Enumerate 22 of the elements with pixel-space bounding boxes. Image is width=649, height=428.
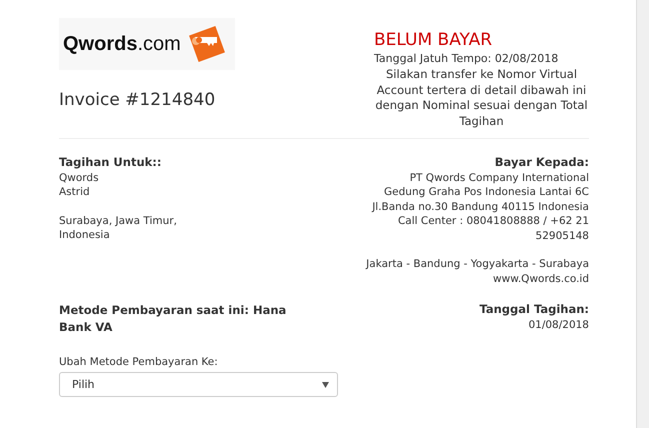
- field-label: Ubah Metode Pembayaran Ke:: [59, 356, 219, 368]
- address-line: Jakarta - Bandung - Yogyakarta - Surabaya: [366, 257, 589, 272]
- address-line: Astrid: [59, 185, 91, 200]
- status-label: BELUM BAYAR: [374, 30, 492, 50]
- payment-method: Metode Pembayaran saat ini: Hana Bank VA: [59, 302, 288, 336]
- address-line: Call Center : 08041808888 / +62 21 52905148: [396, 214, 589, 243]
- payment-instruction: Silakan transfer ke Nomor Virtual Account tertera di detail dibawah ini dengan Nominal sesuai dengan Total Tagihan: [374, 67, 589, 129]
- bill-to-heading: Tagihan Untuk::: [59, 155, 162, 170]
- address-line: Surabaya, Jawa Timur, Indonesia: [59, 214, 178, 242]
- caret-icon: [322, 382, 329, 388]
- address-line: Gedung Graha Pos Indonesia Lantai 6C: [384, 185, 589, 200]
- address-line: PT Qwords Company International: [410, 170, 589, 185]
- address-line: Jl.Banda no.30 Bandung 40115 Indonesia: [372, 200, 589, 214]
- invoice-date-heading: Tanggal Tagihan:: [479, 302, 589, 316]
- address-line: www.Qwords.co.id: [493, 272, 589, 286]
- due-date: Tanggal Jatuh Tempo: 02/08/2018: [374, 52, 558, 65]
- invoice-title: Invoice #1214840: [59, 90, 216, 110]
- pay-to-heading: Bayar Kepada:: [494, 155, 589, 170]
- logo: Qwords.com: [59, 18, 235, 70]
- invoice-date: 01/08/2018: [528, 318, 589, 332]
- payment-method-select[interactable]: Pilih: [59, 372, 338, 397]
- address-line: Qwords: [59, 170, 100, 185]
